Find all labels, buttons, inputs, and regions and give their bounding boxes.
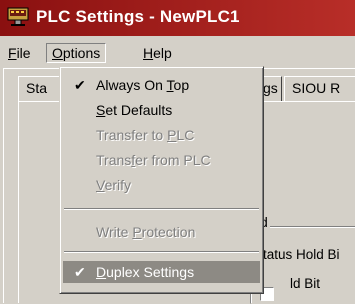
- menu-item-transfer-to-plc-label: Transfer to PLC: [96, 124, 194, 146]
- menu-options[interactable]: Options: [46, 43, 107, 63]
- label-part: uplex Settings: [106, 264, 195, 280]
- label-accel: S: [96, 102, 106, 118]
- menu-item-duplex-settings-label: Duplex Settings: [96, 261, 194, 283]
- menu-bar: File Options Help: [0, 40, 355, 66]
- checkmark-icon: ✔: [74, 77, 86, 93]
- tab-settings-label: gs: [263, 80, 278, 96]
- menu-item-write-protection: Write Protection: [63, 221, 260, 243]
- checkmark-icon: ✔: [74, 264, 86, 280]
- tab-siou[interactable]: SIOU R: [284, 76, 355, 101]
- menu-options-accel: O: [52, 45, 63, 61]
- label-accel: P: [167, 127, 177, 143]
- menu-item-write-protection-label: Write Protection: [96, 221, 195, 243]
- label-part: Always On: [96, 77, 167, 93]
- tab-status-label: Sta: [26, 80, 48, 96]
- label-accel: D: [96, 264, 107, 280]
- menu-file-rest: ile: [16, 45, 31, 61]
- title-bar[interactable]: PLC Settings - NewPLC1: [0, 0, 355, 36]
- hold-bit-label: ld Bit: [290, 276, 321, 291]
- menu-help-rest: elp: [153, 45, 172, 61]
- menu-separator: [64, 208, 259, 210]
- plc-settings-window: PLC Settings - NewPLC1 File Options Help…: [0, 0, 355, 304]
- options-dropdown-menu: ✔ Always On Top Set Defaults Transfer to…: [59, 66, 264, 294]
- label-accel: T: [166, 77, 174, 93]
- menu-item-verify-label: Verify: [96, 174, 131, 196]
- menu-item-transfer-from-plc-label: Transfer from PLC: [96, 149, 211, 171]
- menu-options-rest: ptions: [62, 45, 101, 61]
- menu-file[interactable]: File: [3, 43, 36, 63]
- label-part: rotection: [141, 224, 196, 240]
- menu-help[interactable]: Help: [138, 43, 177, 63]
- label-part: Trans: [96, 152, 132, 168]
- menu-item-set-defaults-label: Set Defaults: [96, 99, 172, 121]
- label-part: Write: [96, 224, 133, 240]
- label-part: Transfer to: [96, 127, 168, 143]
- label-part: et Defaults: [105, 102, 173, 118]
- status-hold-bit-label: tatus Hold Bi: [263, 247, 340, 262]
- label-accel: P: [132, 224, 142, 240]
- menu-separator: [64, 251, 259, 253]
- tab-siou-label: SIOU R: [292, 80, 341, 96]
- label-part: er from PLC: [135, 152, 211, 168]
- menu-item-always-on-top[interactable]: ✔ Always On Top: [63, 74, 260, 96]
- menu-item-transfer-from-plc: Transfer from PLC: [63, 149, 260, 171]
- menu-file-accel: F: [8, 45, 17, 61]
- menu-item-duplex-settings[interactable]: ✔ Duplex Settings: [63, 261, 260, 283]
- plc-app-icon: [7, 7, 29, 26]
- label-accel: V: [96, 177, 105, 193]
- menu-item-transfer-to-plc: Transfer to PLC: [63, 124, 260, 146]
- menu-item-always-on-top-label: Always On Top: [96, 74, 189, 96]
- label-part: erify: [104, 177, 132, 193]
- menu-help-accel: H: [143, 45, 154, 61]
- window-title: PLC Settings - NewPLC1: [36, 7, 240, 26]
- label-part: op: [173, 77, 190, 93]
- menu-item-set-defaults[interactable]: Set Defaults: [63, 99, 260, 121]
- label-part: LC: [176, 127, 195, 143]
- menu-item-verify: Verify: [63, 174, 260, 196]
